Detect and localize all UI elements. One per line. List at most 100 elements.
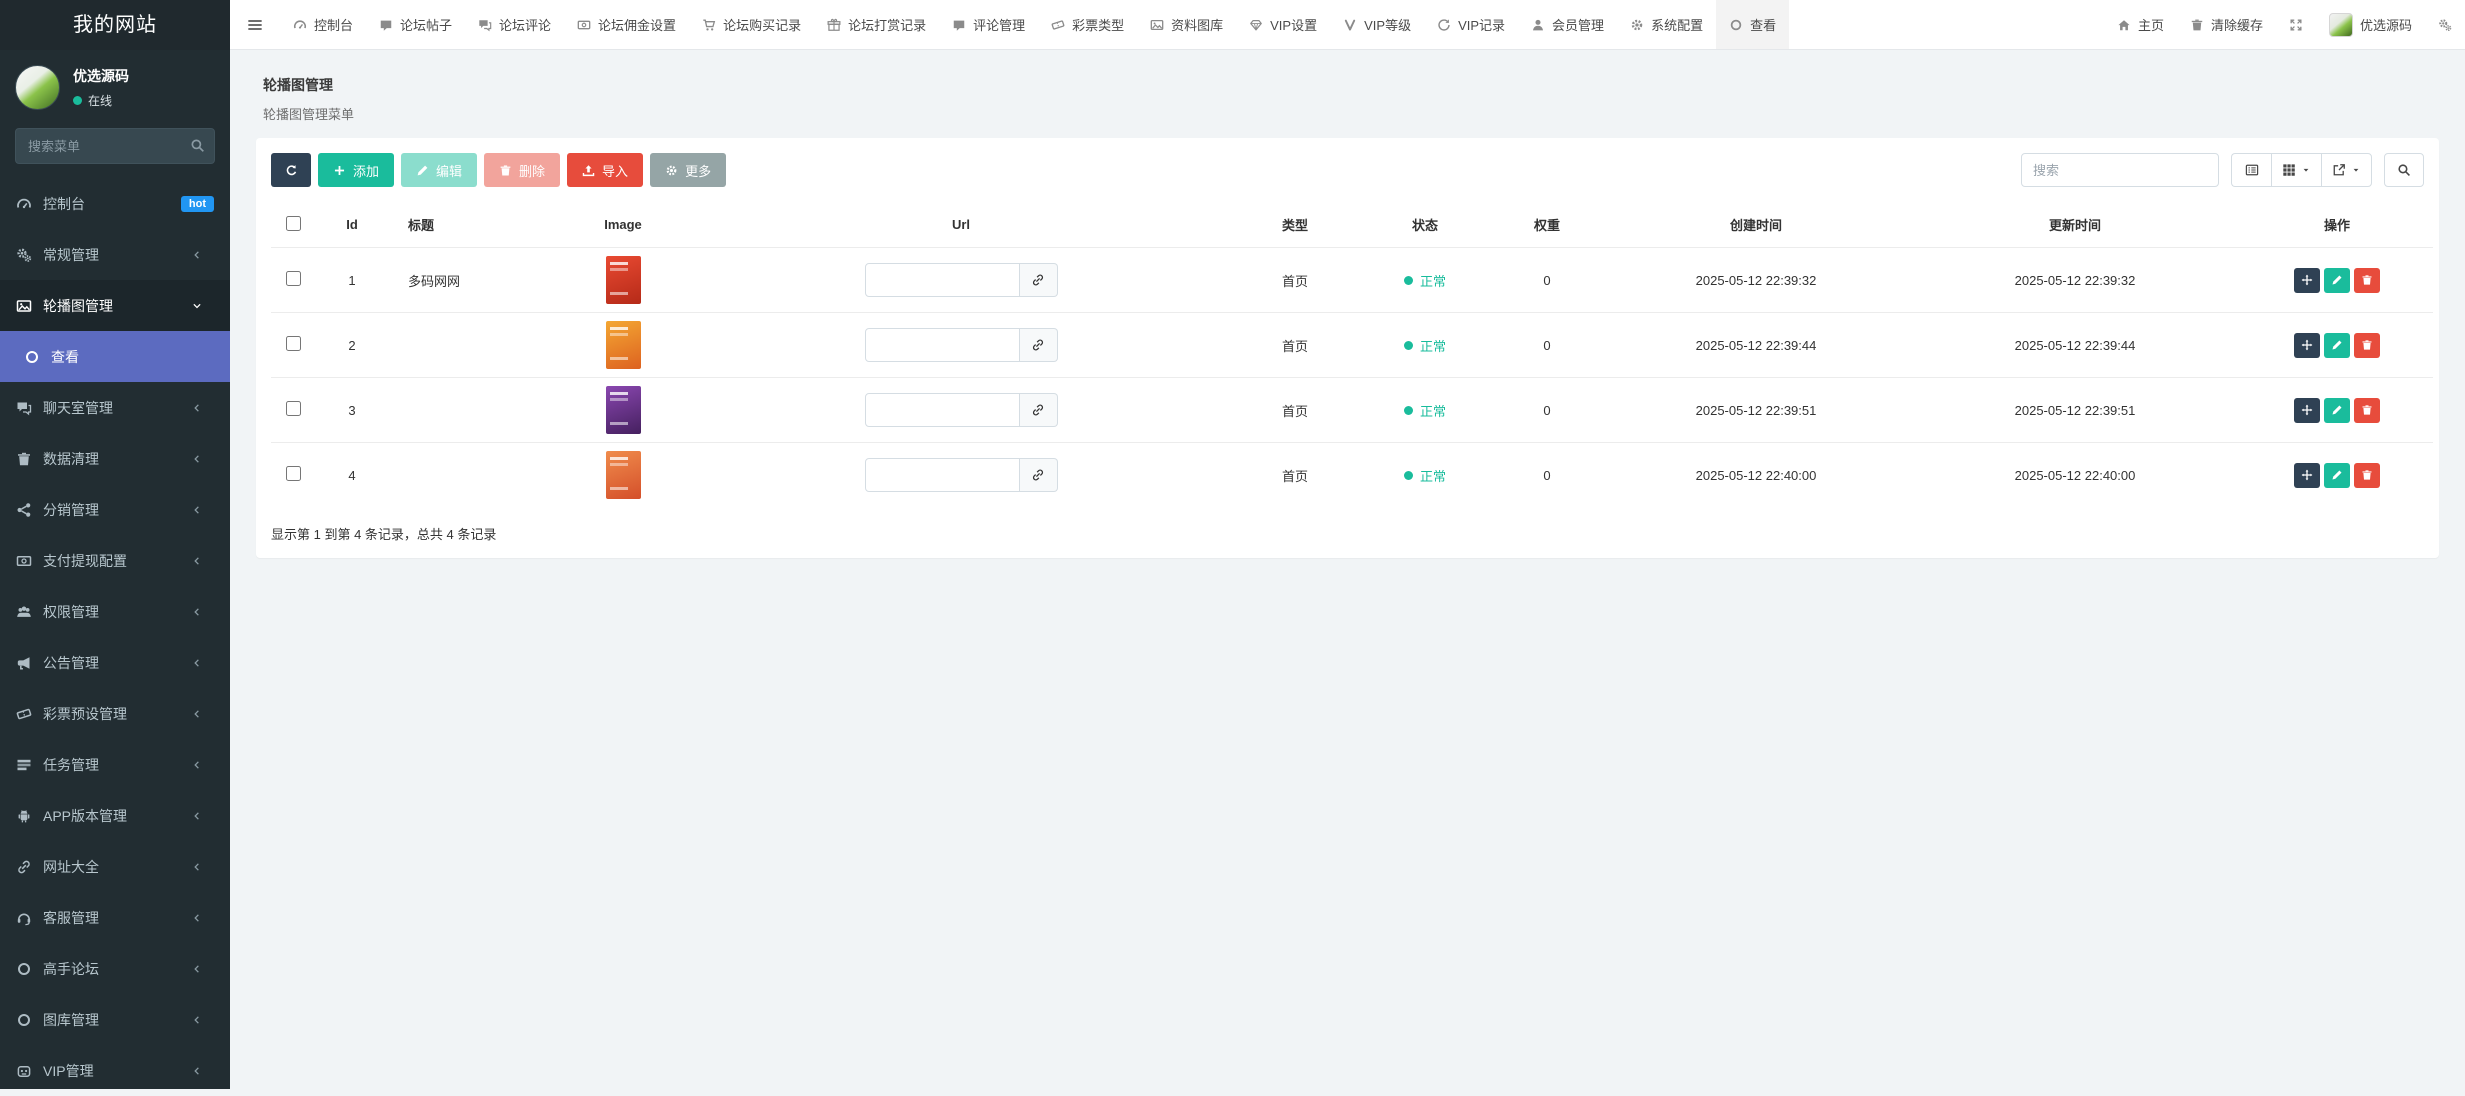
sidebar-item[interactable]: 支付提现配置 bbox=[0, 535, 230, 586]
columns-button[interactable] bbox=[2271, 153, 2321, 187]
url-link-button[interactable] bbox=[1020, 263, 1058, 297]
cell-updated: 2025-05-12 22:39:32 bbox=[1909, 248, 2241, 313]
sidebar-item[interactable]: 控制台hot bbox=[0, 178, 230, 229]
delete-button[interactable]: 删除 bbox=[484, 153, 560, 187]
sidebar-item[interactable]: 查看 bbox=[0, 331, 230, 382]
nav-tab[interactable]: 论坛打赏记录 bbox=[814, 0, 939, 49]
row-edit-button[interactable] bbox=[2324, 398, 2350, 423]
sidebar-item[interactable]: 公告管理 bbox=[0, 637, 230, 688]
nav-tab[interactable]: 查看 bbox=[1716, 0, 1789, 49]
nav-tab[interactable]: 资料图库 bbox=[1137, 0, 1236, 49]
fullscreen-button[interactable] bbox=[2276, 0, 2316, 49]
sidebar-item[interactable]: 常规管理 bbox=[0, 229, 230, 280]
nav-tab[interactable]: VIP设置 bbox=[1236, 0, 1330, 49]
banner-thumbnail[interactable] bbox=[606, 386, 641, 434]
sidebar-item[interactable]: VIP管理 bbox=[0, 1045, 230, 1096]
select-all-checkbox[interactable] bbox=[286, 216, 301, 231]
sidebar-item[interactable]: APP版本管理 bbox=[0, 790, 230, 841]
row-checkbox[interactable] bbox=[286, 336, 301, 351]
row-checkbox[interactable] bbox=[286, 401, 301, 416]
banner-thumbnail[interactable] bbox=[606, 321, 641, 369]
row-delete-button[interactable] bbox=[2354, 463, 2380, 488]
table-row: 2首页正常02025-05-12 22:39:442025-05-12 22:3… bbox=[271, 313, 2433, 378]
nav-tab[interactable]: 论坛帖子 bbox=[366, 0, 465, 49]
drag-sort-button[interactable] bbox=[2294, 463, 2320, 488]
sidebar-search-input[interactable] bbox=[15, 128, 215, 164]
nav-tab[interactable]: 论坛佣金设置 bbox=[564, 0, 689, 49]
sidebar-item[interactable]: 轮播图管理 bbox=[0, 280, 230, 331]
row-checkbox[interactable] bbox=[286, 271, 301, 286]
sidebar: 我的网站 优选源码 在线 控制台hot常规管理轮播图管理查看聊天室管理数据清理分… bbox=[0, 0, 230, 1089]
online-dot-icon bbox=[73, 96, 82, 105]
edit-button[interactable]: 编辑 bbox=[401, 153, 477, 187]
drag-sort-button[interactable] bbox=[2294, 398, 2320, 423]
import-button[interactable]: 导入 bbox=[567, 153, 643, 187]
add-button[interactable]: 添加 bbox=[318, 153, 394, 187]
cell-title bbox=[389, 443, 555, 508]
nav-tab[interactable]: 彩票类型 bbox=[1038, 0, 1137, 49]
drag-sort-button[interactable] bbox=[2294, 333, 2320, 358]
sidebar-item[interactable]: 高手论坛 bbox=[0, 943, 230, 994]
table-search-input[interactable] bbox=[2021, 153, 2219, 187]
home-link[interactable]: 主页 bbox=[2104, 0, 2177, 49]
row-delete-button[interactable] bbox=[2354, 333, 2380, 358]
row-edit-button[interactable] bbox=[2324, 333, 2350, 358]
sidebar-item[interactable]: 分销管理 bbox=[0, 484, 230, 535]
detail-view-button[interactable] bbox=[2231, 153, 2271, 187]
url-link-button[interactable] bbox=[1020, 328, 1058, 362]
top-navbar: 控制台 论坛帖子 论坛评论论坛佣金设置论坛购买记录 论坛打赏记录评论管理彩票类型资料图… bbox=[230, 0, 2465, 50]
clear-cache-link[interactable]: 清除缓存 bbox=[2177, 0, 2276, 49]
refresh-button[interactable] bbox=[271, 153, 311, 187]
nav-tab-label: 论坛帖子 bbox=[400, 15, 452, 34]
url-link-button[interactable] bbox=[1020, 393, 1058, 427]
url-input[interactable] bbox=[865, 393, 1020, 427]
row-edit-button[interactable] bbox=[2324, 463, 2350, 488]
drag-sort-button[interactable] bbox=[2294, 268, 2320, 293]
sidebar-item[interactable]: 图库管理 bbox=[0, 994, 230, 1045]
nav-tab[interactable]: 评论管理 bbox=[939, 0, 1038, 49]
url-input[interactable] bbox=[865, 458, 1020, 492]
nav-tab[interactable]: VIP等级 bbox=[1330, 0, 1424, 49]
more-button[interactable]: 更多 bbox=[650, 153, 726, 187]
banner-thumbnail[interactable] bbox=[606, 256, 641, 304]
nav-tab-label: 论坛打赏记录 bbox=[848, 15, 926, 34]
sidebar-toggle-button[interactable] bbox=[230, 0, 280, 49]
sidebar-item[interactable]: 数据清理 bbox=[0, 433, 230, 484]
row-delete-button[interactable] bbox=[2354, 398, 2380, 423]
url-link-button[interactable] bbox=[1020, 458, 1058, 492]
cell-created: 2025-05-12 22:40:00 bbox=[1603, 443, 1909, 508]
sidebar-item[interactable]: 任务管理 bbox=[0, 739, 230, 790]
row-edit-button[interactable] bbox=[2324, 268, 2350, 293]
trash-icon bbox=[2190, 18, 2204, 32]
nav-tab[interactable]: 系统配置 bbox=[1617, 0, 1716, 49]
sidebar-item[interactable]: 彩票预设管理 bbox=[0, 688, 230, 739]
chevl-icon bbox=[191, 759, 203, 771]
url-input[interactable] bbox=[865, 328, 1020, 362]
nav-tab[interactable]: 论坛评论 bbox=[465, 0, 564, 49]
row-delete-button[interactable] bbox=[2354, 268, 2380, 293]
user-panel: 优选源码 在线 bbox=[0, 50, 230, 120]
sidebar-item-label: 网址大全 bbox=[43, 857, 191, 877]
nav-tab[interactable]: 会员管理 bbox=[1518, 0, 1617, 49]
nav-tab[interactable]: VIP记录 bbox=[1424, 0, 1518, 49]
row-checkbox[interactable] bbox=[286, 466, 301, 481]
nav-tab[interactable]: 控制台 bbox=[280, 0, 366, 49]
status-badge: 正常 bbox=[1404, 336, 1446, 355]
url-input[interactable] bbox=[865, 263, 1020, 297]
settings-button[interactable] bbox=[2425, 0, 2465, 49]
status-dot-icon bbox=[1404, 406, 1413, 415]
sidebar-item[interactable]: 聊天室管理 bbox=[0, 382, 230, 433]
cell-created: 2025-05-12 22:39:51 bbox=[1603, 378, 1909, 443]
sidebar-item[interactable]: 客服管理 bbox=[0, 892, 230, 943]
export-icon bbox=[2332, 163, 2346, 177]
search-button[interactable] bbox=[2384, 153, 2424, 187]
nav-tab[interactable]: 论坛购买记录 bbox=[689, 0, 814, 49]
sidebar-item[interactable]: 权限管理 bbox=[0, 586, 230, 637]
nav-tab-label: 控制台 bbox=[314, 15, 353, 34]
user-menu[interactable]: 优选源码 bbox=[2316, 0, 2425, 49]
nav-tab-label: 论坛评论 bbox=[499, 15, 551, 34]
column-header: 标题 bbox=[389, 202, 555, 248]
sidebar-item[interactable]: 网址大全 bbox=[0, 841, 230, 892]
banner-thumbnail[interactable] bbox=[606, 451, 641, 499]
export-button[interactable] bbox=[2321, 153, 2372, 187]
